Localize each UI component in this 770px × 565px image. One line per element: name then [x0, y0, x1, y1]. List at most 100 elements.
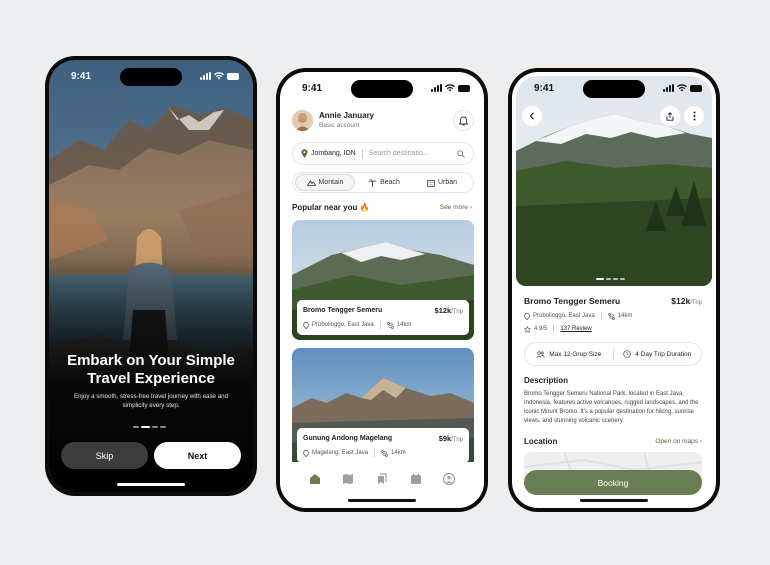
- price-unit: /Trip: [451, 437, 463, 443]
- price-value: $9k: [438, 434, 452, 443]
- detail-screen: 9:41 Bromo Tengger Semeru $12k/Trip Prob…: [512, 72, 716, 508]
- location-pin-icon: [301, 149, 308, 158]
- onboarding-screen: 9:41 Embark on Your Simple Travel Experi…: [49, 60, 253, 492]
- battery-icon: [458, 84, 470, 92]
- building-icon: [427, 179, 435, 187]
- description-text: Bromo Tengger Semeru National Park, loca…: [524, 391, 699, 424]
- location-label: Jombang, IDN: [311, 150, 356, 157]
- location-pin-icon: [303, 321, 309, 329]
- profile-icon[interactable]: [442, 472, 456, 486]
- location-selector[interactable]: Jombang, IDN: [301, 149, 356, 158]
- page-dot: [160, 426, 166, 428]
- card-price: $12k/Trip: [435, 306, 463, 315]
- destination-price: $12k/Trip: [671, 296, 702, 306]
- card-title: Bromo Tengger Semeru: [303, 307, 383, 314]
- group-icon: [536, 350, 545, 358]
- open-maps-label: Open on maps: [655, 438, 699, 445]
- feature-group-size: Max 12 Grup Size: [525, 351, 613, 358]
- home-indicator: [580, 499, 648, 502]
- back-button[interactable]: [522, 106, 542, 126]
- feature-label: Max 12 Grup Size: [549, 350, 602, 358]
- bookmark-icon[interactable]: [375, 472, 389, 486]
- battery-icon: [227, 72, 239, 80]
- search-bar[interactable]: Jombang, IDN Search destinatio...: [292, 142, 474, 165]
- review-link[interactable]: 137 Review: [560, 326, 591, 332]
- onboarding-subtitle: Enjoy a smooth, stress-free travel journ…: [73, 393, 229, 409]
- page-indicator: [133, 426, 166, 428]
- price-value: $12k: [434, 306, 452, 315]
- category-tabs: Montain Beach Urban: [292, 172, 474, 193]
- tab-urban[interactable]: Urban: [413, 174, 471, 191]
- wifi-icon: [214, 72, 224, 80]
- search-input[interactable]: Search destinatio...: [369, 150, 457, 157]
- home-indicator: [117, 483, 185, 486]
- map-icon[interactable]: [341, 472, 355, 486]
- signal-icon: [663, 84, 674, 92]
- signal-icon: [431, 84, 442, 92]
- trip-features: Max 12 Grup Size 4 Day Trip Duration: [524, 342, 702, 366]
- photo-indicator: [596, 278, 625, 280]
- chevron-left-icon: [529, 112, 534, 120]
- booking-button[interactable]: Booking: [524, 470, 702, 495]
- tab-beach[interactable]: Beach: [355, 174, 413, 191]
- card-meta: Magelang, East Java 14km: [303, 449, 406, 457]
- see-more-link[interactable]: See more ›: [440, 204, 472, 211]
- card-location: Probolinggo, East Java: [312, 322, 374, 328]
- location-pin-icon: [524, 312, 530, 320]
- status-time: 9:41: [534, 83, 555, 94]
- onboarding-phone: 9:41 Embark on Your Simple Travel Experi…: [45, 56, 257, 496]
- user-name: Annie January: [319, 111, 375, 120]
- home-indicator: [348, 499, 416, 502]
- rating-value: 4.9/5: [534, 326, 548, 332]
- tab-label: Montain: [318, 179, 344, 186]
- next-button[interactable]: Next: [154, 442, 241, 469]
- card-info: Bromo Tengger Semeru $12k/Trip Proboling…: [297, 300, 469, 335]
- card-location: Magelang, East Java: [312, 450, 369, 456]
- calendar-icon[interactable]: [409, 472, 423, 486]
- card-distance: 14km: [396, 322, 412, 328]
- more-button[interactable]: [684, 106, 704, 126]
- avatar[interactable]: [292, 110, 313, 131]
- detail-phone: 9:41 Bromo Tengger Semeru $12k/Trip Prob…: [508, 68, 720, 512]
- card-title: Gunung Andong Magelang: [303, 435, 393, 442]
- description-heading: Description: [524, 376, 569, 385]
- route-icon: [381, 449, 388, 457]
- search-icon[interactable]: [457, 149, 465, 158]
- more-vertical-icon: [693, 111, 695, 121]
- search-divider: [361, 148, 363, 159]
- dynamic-island: [583, 80, 645, 98]
- battery-icon: [690, 84, 702, 92]
- card-price: $9k/Trip: [439, 434, 463, 443]
- home-phone: 9:41 Annie January Basic account Jombang…: [276, 68, 488, 512]
- wifi-icon: [445, 84, 455, 92]
- tab-label: Urban: [437, 179, 458, 186]
- page-dot-active: [141, 426, 150, 428]
- notification-button[interactable]: [453, 110, 474, 131]
- star-icon: [524, 325, 531, 333]
- location-pin-icon: [303, 449, 309, 457]
- home-screen: 9:41 Annie January Basic account Jombang…: [280, 72, 484, 508]
- share-button[interactable]: [660, 106, 680, 126]
- tab-label: Beach: [380, 179, 400, 186]
- section-title: Popular near you 🔥: [292, 203, 370, 212]
- destination-title: Bromo Tengger Semeru: [524, 296, 621, 306]
- destination-card[interactable]: Gunung Andong Magelang $9k/Trip Magelang…: [292, 348, 474, 468]
- destination-card[interactable]: Bromo Tengger Semeru $12k/Trip Proboling…: [292, 220, 474, 340]
- see-more-label: See more: [439, 204, 469, 211]
- dynamic-island: [351, 80, 413, 98]
- home-icon[interactable]: [308, 472, 322, 486]
- location-heading: Location: [524, 437, 558, 446]
- status-time: 9:41: [302, 83, 323, 94]
- page-dot: [133, 426, 139, 428]
- open-maps-link[interactable]: Open on maps ›: [655, 438, 702, 445]
- status-time: 9:41: [71, 71, 92, 82]
- detail-distance: 14km: [617, 313, 633, 319]
- tab-mountain[interactable]: Montain: [295, 174, 355, 191]
- skip-button[interactable]: Skip: [61, 442, 148, 469]
- card-distance: 14km: [391, 450, 406, 456]
- price-unit: /Trip: [690, 300, 702, 306]
- user-role: Basic account: [319, 122, 360, 129]
- signal-icon: [200, 72, 211, 80]
- destination-photo: [516, 76, 712, 286]
- bell-icon: [459, 116, 468, 125]
